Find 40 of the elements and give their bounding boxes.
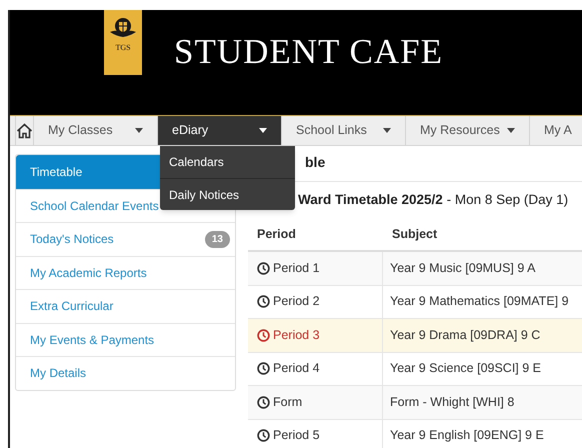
subject-cell-text: Year 9 Mathematics [09MATE] 9 [389, 293, 569, 310]
timetable-heading: Ward Timetable 2025/2 - Mon 8 Sep (Day 1) [298, 190, 568, 209]
nav-menu[interactable]: School Links [282, 116, 406, 145]
period-cell-text: Period 1 [273, 260, 320, 277]
column-header: Subject [391, 226, 438, 244]
clock-icon [257, 295, 270, 308]
period-cell-text: Period 3 [273, 326, 320, 344]
nav-menu[interactable]: eDiary [158, 116, 282, 145]
period-cell-text: Form [273, 394, 302, 411]
period-cell-text: Period 5 [273, 427, 320, 444]
dropdown-item[interactable]: Calendars [160, 146, 295, 178]
sidebar-link[interactable]: School Calendar Events [30, 196, 159, 215]
sidebar-link[interactable]: Extra Curricular [30, 297, 114, 316]
clock-icon [257, 262, 270, 275]
page-heading: ble [305, 153, 326, 172]
period-cell-text: Period 4 [273, 360, 320, 378]
period-cell-text: Period 2 [273, 293, 320, 310]
home-button[interactable] [15, 116, 34, 145]
clock-icon [257, 396, 270, 409]
sidebar-link[interactable]: My Academic Reports [30, 264, 147, 282]
site-title: STUDENT CAFE [174, 31, 444, 73]
subject-cell-text: Form - Whight [WHI] 8 [389, 394, 514, 411]
subject-cell-text: Year 9 Drama [09DRA] 9 C [389, 326, 540, 344]
sidebar-link[interactable]: Today's Notices [30, 230, 114, 248]
column-header: Period [256, 226, 297, 244]
sidebar-link[interactable]: My Events & Payments [30, 330, 154, 349]
subject-cell-text: Year 9 Science [09SCI] 9 E [389, 360, 542, 378]
logo-text: TGS [115, 42, 131, 54]
subject-cell-text: Year 9 Music [09MUS] 9 A [389, 260, 536, 277]
home-icon [16, 122, 33, 138]
subject-cell-text: Year 9 English [09ENG] 9 E [389, 427, 544, 444]
clock-icon [257, 328, 270, 342]
sidebar-link[interactable]: Timetable [30, 162, 82, 181]
count-badge: 13 [204, 230, 230, 248]
clock-icon [257, 429, 270, 442]
clock-icon [257, 362, 270, 376]
crest-icon [109, 16, 137, 40]
sidebar-link[interactable]: My Details [30, 364, 86, 382]
nav-menu[interactable]: My A [530, 116, 582, 145]
nav-menu[interactable]: My Resources [406, 116, 530, 145]
